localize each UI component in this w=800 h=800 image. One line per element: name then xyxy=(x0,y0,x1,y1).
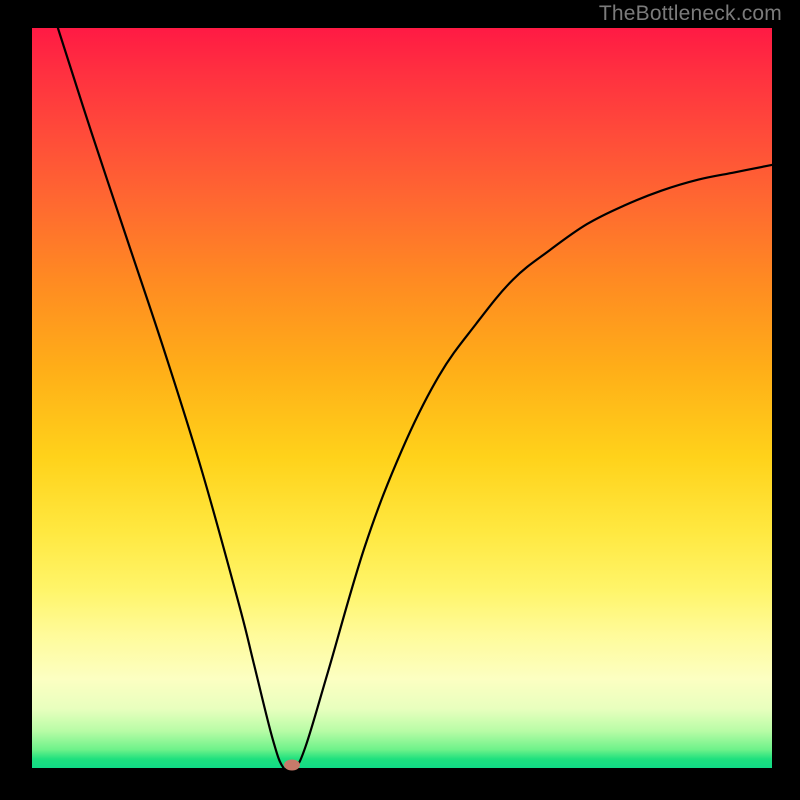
bottleneck-curve xyxy=(58,28,772,768)
watermark-text: TheBottleneck.com xyxy=(599,2,782,26)
optimal-point-marker xyxy=(284,760,300,771)
plot-area xyxy=(32,28,772,768)
chart-frame: TheBottleneck.com xyxy=(0,0,800,800)
curve-svg xyxy=(32,28,772,768)
